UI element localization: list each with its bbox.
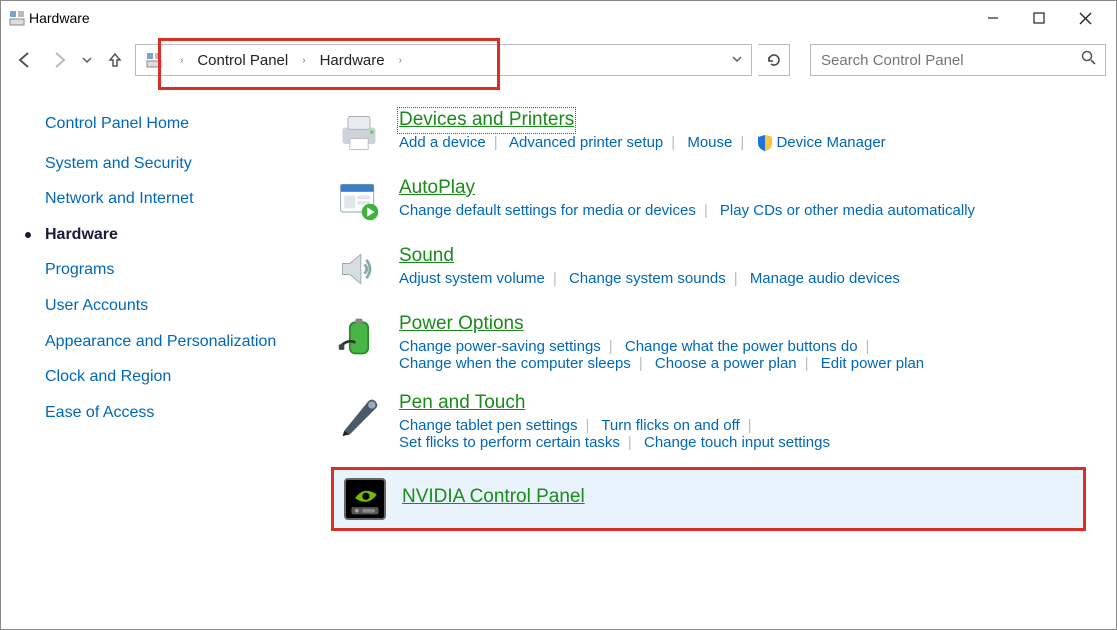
main-panel: Devices and Printers Add a device| Advan… xyxy=(321,85,1116,629)
maximize-button[interactable] xyxy=(1016,4,1062,32)
sublink[interactable]: Advanced printer setup xyxy=(509,134,663,151)
category-sound: Sound Adjust system volume| Change syste… xyxy=(331,241,1096,297)
back-button[interactable] xyxy=(11,46,39,74)
sidebar-item-hardware[interactable]: Hardware xyxy=(45,224,307,246)
sidebar-item-clock-and-region[interactable]: Clock and Region xyxy=(45,366,307,388)
sidebar-item-appearance-and-personalization[interactable]: Appearance and Personalization xyxy=(45,331,307,353)
sublink[interactable]: Set flicks to perform certain tasks xyxy=(399,434,620,451)
speaker-icon xyxy=(335,245,383,293)
sublink[interactable]: Change default settings for media or dev… xyxy=(399,202,696,219)
content-area: Control Panel Home System and Security N… xyxy=(1,85,1116,629)
category-title-link[interactable]: AutoPlay xyxy=(399,177,475,200)
category-title-link[interactable]: Power Options xyxy=(399,313,524,336)
category-devices-and-printers: Devices and Printers Add a device| Advan… xyxy=(331,105,1096,161)
sidebar-item-programs[interactable]: Programs xyxy=(45,259,307,281)
category-pen-and-touch: Pen and Touch Change tablet pen settings… xyxy=(331,388,1096,455)
sidebar-item-network-and-internet[interactable]: Network and Internet xyxy=(45,188,307,210)
breadcrumb-part[interactable]: Hardware xyxy=(320,52,385,69)
chevron-right-icon: › xyxy=(176,55,187,66)
sublink[interactable]: Choose a power plan xyxy=(655,355,797,372)
sublink[interactable]: Mouse xyxy=(687,134,732,151)
category-autoplay: AutoPlay Change default settings for med… xyxy=(331,173,1096,229)
category-nvidia-control-panel[interactable]: NVIDIA Control Panel xyxy=(331,467,1086,531)
forward-button[interactable] xyxy=(45,46,73,74)
sublink[interactable]: Change touch input settings xyxy=(644,434,830,451)
window-icon xyxy=(9,8,29,28)
window-title: Hardware xyxy=(29,10,90,26)
sublink[interactable]: Change what the power buttons do xyxy=(625,338,858,355)
pen-icon xyxy=(335,392,383,440)
category-title-link[interactable]: Sound xyxy=(399,245,454,268)
category-power-options: Power Options Change power-saving settin… xyxy=(331,309,1096,376)
sublink[interactable]: Change tablet pen settings xyxy=(399,417,577,434)
sidebar-item-control-panel-home[interactable]: Control Panel Home xyxy=(45,113,307,135)
sidebar-item-user-accounts[interactable]: User Accounts xyxy=(45,295,307,317)
printer-icon xyxy=(335,109,383,157)
search-icon[interactable] xyxy=(1081,50,1097,70)
sublink[interactable]: Play CDs or other media automatically xyxy=(720,202,975,219)
battery-icon xyxy=(335,313,383,361)
sublink[interactable]: Turn flicks on and off xyxy=(601,417,739,434)
sidebar-item-ease-of-access[interactable]: Ease of Access xyxy=(45,402,307,424)
titlebar: Hardware xyxy=(1,1,1116,35)
up-button[interactable] xyxy=(101,46,129,74)
category-title-link[interactable]: Pen and Touch xyxy=(399,392,525,415)
autoplay-icon xyxy=(335,177,383,225)
sublink[interactable]: Change when the computer sleeps xyxy=(399,355,631,372)
chevron-right-icon: › xyxy=(298,55,309,66)
refresh-button[interactable] xyxy=(758,44,790,76)
category-title-link[interactable]: NVIDIA Control Panel xyxy=(402,486,585,509)
sublink[interactable]: Change system sounds xyxy=(569,270,726,287)
close-button[interactable] xyxy=(1062,4,1108,32)
sublink[interactable]: Add a device xyxy=(399,134,486,151)
address-dropdown[interactable] xyxy=(723,54,751,67)
address-bar[interactable]: › Control Panel › Hardware › xyxy=(135,44,752,76)
sublink[interactable]: Adjust system volume xyxy=(399,270,545,287)
sublink[interactable]: Device Manager xyxy=(776,134,885,151)
sublink[interactable]: Manage audio devices xyxy=(750,270,900,287)
shield-icon xyxy=(756,134,774,152)
search-input[interactable] xyxy=(819,51,1081,70)
sublink[interactable]: Change power-saving settings xyxy=(399,338,601,355)
breadcrumb: › Control Panel › Hardware › xyxy=(136,50,406,70)
sidebar-item-system-and-security[interactable]: System and Security xyxy=(45,153,307,175)
nvidia-icon xyxy=(344,478,386,520)
sidebar: Control Panel Home System and Security N… xyxy=(1,85,321,629)
breadcrumb-part[interactable]: Control Panel xyxy=(197,52,288,69)
recent-dropdown[interactable] xyxy=(79,46,95,74)
minimize-button[interactable] xyxy=(970,4,1016,32)
breadcrumb-icon xyxy=(146,50,166,70)
chevron-right-icon: › xyxy=(395,55,406,66)
sublink[interactable]: Edit power plan xyxy=(821,355,924,372)
search-box[interactable] xyxy=(810,44,1106,76)
category-title-link[interactable]: Devices and Printers xyxy=(399,109,574,132)
navbar: › Control Panel › Hardware › xyxy=(1,35,1116,85)
